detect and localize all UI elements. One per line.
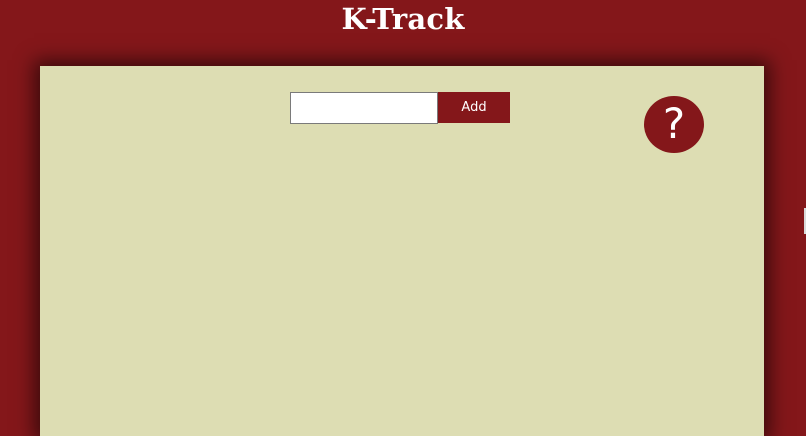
add-form: Add [290,92,510,124]
main-panel: Add ? [40,66,764,436]
help-icon: ? [662,98,686,148]
app-title: K-Track [341,2,465,36]
app-header: K-Track [0,0,806,40]
help-button[interactable]: ? [644,96,704,153]
add-item-input[interactable] [290,92,438,124]
add-button[interactable]: Add [438,92,510,123]
